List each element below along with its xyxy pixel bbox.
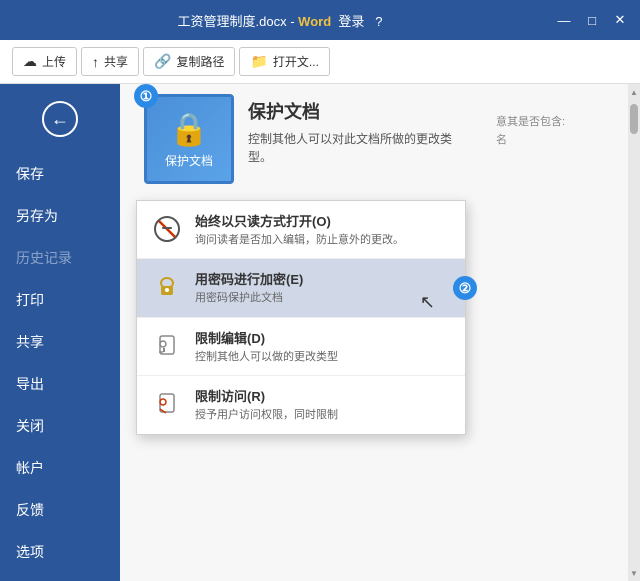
sidebar: ← 保存 另存为 历史记录 打印 共享 导出 关闭 帐户 反馈 选项: [0, 84, 120, 581]
toolbar: ☁ 上传 ↑ 共享 🔗 复制路径 📁 打开文...: [0, 40, 640, 84]
menu-item-restrict-access[interactable]: 限制访问(R) 授予用户访问权限，同时限制: [137, 376, 465, 433]
content-area: 意其是否包含: 名 🔒 保护文档 ① 保护文档 控制其他人可以对此文档所做的更改…: [120, 84, 640, 581]
scroll-down-button[interactable]: ▼: [628, 565, 640, 581]
close-button[interactable]: ✕: [608, 8, 632, 32]
protect-doc-label: 保护文档: [165, 152, 213, 169]
restrict-access-title: 限制访问(R): [195, 386, 338, 405]
cursor-pointer-icon: ↖: [420, 292, 435, 313]
restrict-edit-text: 限制编辑(D) 控制其他人可以做的更改类型: [195, 328, 338, 365]
badge-2: ②: [453, 276, 477, 300]
help-btn[interactable]: ?: [375, 14, 382, 29]
open-file-label: 打开文...: [273, 53, 319, 70]
readonly-icon: [151, 213, 183, 245]
encrypt-desc: 用密码保护此文档: [195, 291, 303, 306]
scrollbar[interactable]: ▲ ▼: [628, 84, 640, 581]
app-name: Word: [298, 14, 331, 29]
sidebar-item-share[interactable]: 共享: [0, 322, 120, 362]
badge-1: ①: [134, 84, 158, 108]
menu-item-readonly[interactable]: 始终以只读方式打开(O) 询问读者是否加入编辑，防止意外的更改。: [137, 201, 465, 259]
sidebar-item-options[interactable]: 选项: [0, 532, 120, 572]
sidebar-item-save-as[interactable]: 另存为: [0, 196, 120, 236]
encrypt-title: 用密码进行加密(E): [195, 269, 303, 288]
back-button[interactable]: ←: [0, 94, 120, 144]
upload-button[interactable]: ☁ 上传: [12, 47, 77, 76]
link-icon: 🔗: [154, 53, 171, 70]
protect-icon-container: 🔒 保护文档 ①: [144, 94, 234, 184]
readonly-text: 始终以只读方式打开(O) 询问读者是否加入编辑，防止意外的更改。: [195, 211, 404, 248]
main-area: ← 保存 另存为 历史记录 打印 共享 导出 关闭 帐户 反馈 选项 意其是否包…: [0, 84, 640, 581]
upload-label: 上传: [42, 53, 66, 70]
sidebar-item-history: 历史记录: [0, 238, 120, 278]
protect-dropdown-menu: 始终以只读方式打开(O) 询问读者是否加入编辑，防止意外的更改。: [136, 200, 466, 435]
back-arrow-icon: ←: [51, 109, 69, 130]
back-circle-icon: ←: [42, 101, 78, 137]
menu-item-encrypt[interactable]: 用密码进行加密(E) 用密码保护此文档 ② ↖: [137, 259, 465, 317]
open-file-button[interactable]: 📁 打开文...: [239, 47, 329, 76]
restrict-access-desc: 授予用户访问权限，同时限制: [195, 408, 338, 423]
folder-icon: 📁: [250, 53, 267, 70]
protect-document-button[interactable]: 🔒 保护文档: [144, 94, 234, 184]
info-panel: 🔒 保护文档 ① 保护文档 控制其他人可以对此文档所做的更改类型。: [136, 94, 624, 435]
protect-section-header: 🔒 保护文档 ① 保护文档 控制其他人可以对此文档所做的更改类型。: [144, 94, 624, 184]
restrict-edit-icon: [151, 330, 183, 362]
sidebar-item-save[interactable]: 保存: [0, 154, 120, 194]
share-icon: ↑: [92, 54, 99, 70]
sidebar-item-feedback[interactable]: 反馈: [0, 490, 120, 530]
scroll-up-button[interactable]: ▲: [628, 84, 640, 100]
protect-section-description: 控制其他人可以对此文档所做的更改类型。: [248, 130, 468, 166]
scrollbar-thumb[interactable]: [630, 104, 638, 134]
protect-title-area: 保护文档 控制其他人可以对此文档所做的更改类型。: [248, 94, 468, 166]
sidebar-item-export[interactable]: 导出: [0, 364, 120, 404]
title-bar: 工资管理制度.docx - Word 登录 ? — □ ✕: [0, 0, 640, 40]
sidebar-item-account[interactable]: 帐户: [0, 448, 120, 488]
encrypt-text: 用密码进行加密(E) 用密码保护此文档: [195, 269, 303, 306]
title-text: 工资管理制度.docx - Word 登录 ?: [8, 11, 552, 30]
copy-path-button[interactable]: 🔗 复制路径: [143, 47, 235, 76]
restrict-access-icon: [151, 388, 183, 420]
restrict-edit-desc: 控制其他人可以做的更改类型: [195, 350, 338, 365]
restrict-edit-title: 限制编辑(D): [195, 328, 338, 347]
upload-icon: ☁: [23, 53, 37, 70]
menu-item-restrict-edit[interactable]: 限制编辑(D) 控制其他人可以做的更改类型: [137, 318, 465, 376]
restrict-access-text: 限制访问(R) 授予用户访问权限，同时限制: [195, 386, 338, 423]
login-btn[interactable]: 登录: [338, 14, 364, 29]
sidebar-item-close[interactable]: 关闭: [0, 406, 120, 446]
lock-icon: 🔒: [169, 110, 209, 148]
readonly-desc: 询问读者是否加入编辑，防止意外的更改。: [195, 233, 404, 248]
share-button[interactable]: ↑ 共享: [81, 47, 139, 76]
maximize-button[interactable]: □: [580, 8, 604, 32]
minimize-button[interactable]: —: [552, 8, 576, 32]
share-label: 共享: [104, 53, 128, 70]
encrypt-icon: [151, 271, 183, 303]
copy-path-label: 复制路径: [176, 53, 224, 70]
window-controls: — □ ✕: [552, 8, 632, 32]
filename-label: 工资管理制度.docx -: [178, 14, 299, 29]
sidebar-item-print[interactable]: 打印: [0, 280, 120, 320]
readonly-title: 始终以只读方式打开(O): [195, 211, 404, 230]
protect-section-title: 保护文档: [248, 98, 468, 124]
